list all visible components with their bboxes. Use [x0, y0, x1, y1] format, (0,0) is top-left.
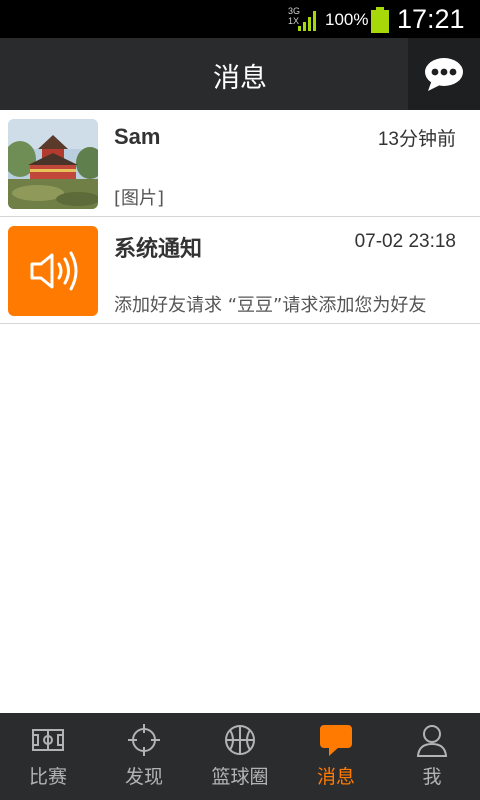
bottom-nav: 比赛 发现 篮球圈 消息 我	[0, 713, 480, 800]
nav-label: 消息	[316, 766, 355, 788]
message-item[interactable]: Sam 13分钟前 [图片]	[0, 110, 480, 217]
message-preview: 添加好友请求 “豆豆”请求添加您为好友	[114, 295, 427, 316]
battery-percent: 100%	[325, 10, 369, 29]
status-clock: 17:21	[397, 4, 465, 34]
title-bar: 消息	[0, 38, 480, 110]
message-time: 07-02 23:18	[354, 231, 456, 252]
nav-item-match[interactable]: 比赛	[0, 713, 96, 800]
crosshair-icon	[128, 724, 160, 756]
nav-label: 我	[422, 766, 442, 788]
nav-item-discover[interactable]: 发现	[96, 713, 192, 800]
chat-bubble-icon	[425, 58, 463, 91]
message-item[interactable]: 系统通知 07-02 23:18 添加好友请求 “豆豆”请求添加您为好友	[0, 217, 480, 324]
nav-label: 发现	[124, 766, 163, 788]
photo-avatar	[8, 119, 98, 209]
message-sender: Sam	[114, 124, 161, 149]
speaker-icon	[30, 251, 78, 291]
signal-icon	[298, 11, 316, 31]
nav-item-me[interactable]: 我	[384, 713, 480, 800]
system-avatar	[8, 226, 98, 316]
message-list: Sam 13分钟前 [图片] 系统通知 07-02 23:18 添加好友请求 “…	[0, 110, 480, 324]
nav-item-circle[interactable]: 篮球圈	[192, 713, 288, 800]
basketball-icon	[225, 725, 255, 755]
message-icon	[320, 725, 352, 756]
nav-label: 比赛	[28, 766, 67, 788]
battery-icon	[371, 7, 389, 33]
person-icon	[416, 725, 448, 757]
nav-item-messages[interactable]: 消息	[288, 713, 384, 800]
message-preview: [图片]	[114, 188, 165, 209]
status-bar: 3G 1X 100% 17:21	[0, 0, 480, 38]
nav-label: 篮球圈	[211, 766, 269, 788]
message-time: 13分钟前	[377, 129, 456, 150]
new-chat-button[interactable]	[408, 38, 480, 110]
court-icon	[32, 729, 64, 751]
message-sender: 系统通知	[114, 236, 203, 261]
